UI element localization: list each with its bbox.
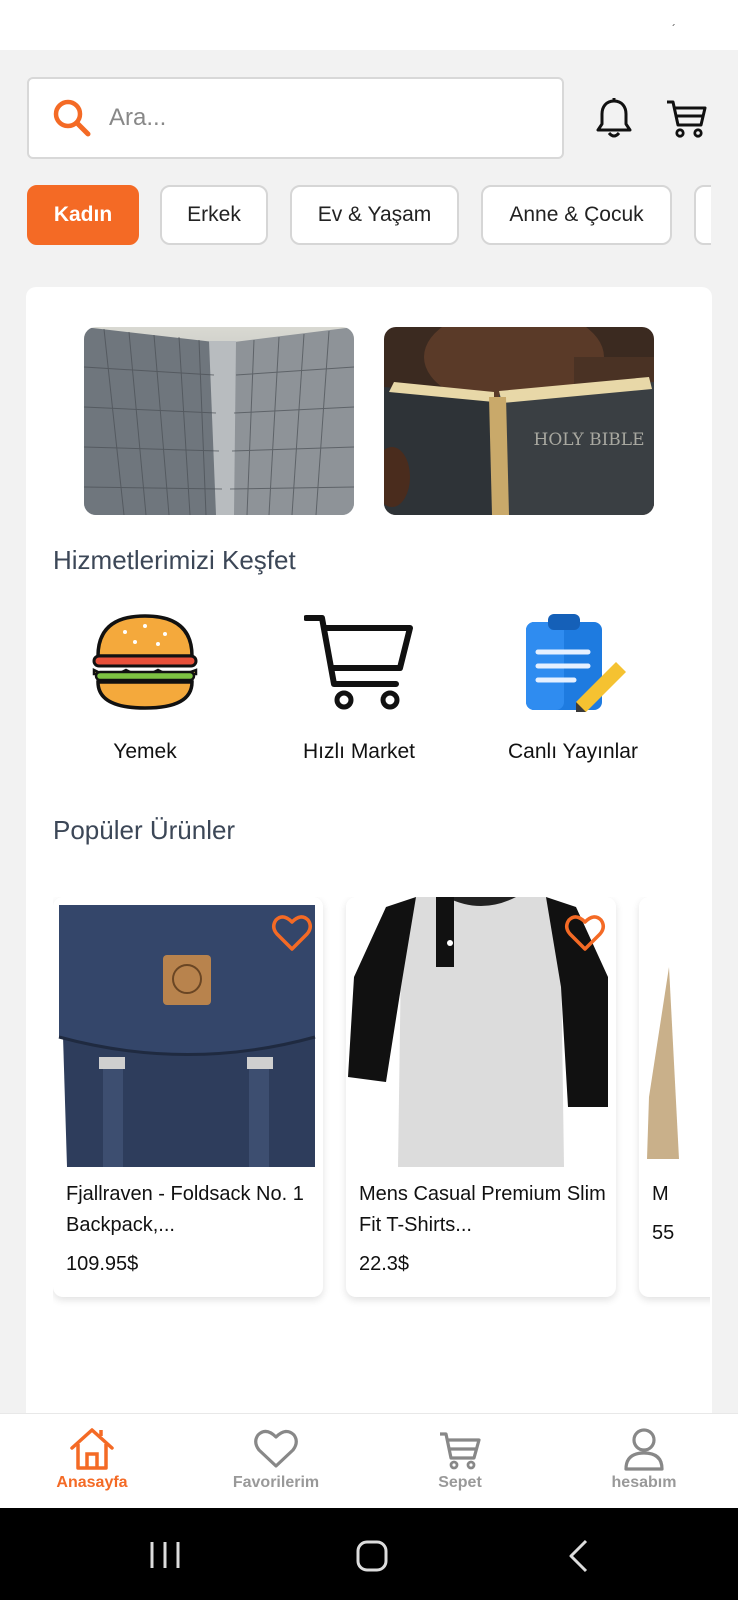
tab-label-anasayfa: Anasayfa [56, 1474, 128, 1491]
bible-cover-text: HOLY BIBLE [534, 430, 645, 450]
burger-icon [92, 614, 198, 710]
chip-anne-cocuk[interactable]: Anne & Çocuk [481, 185, 672, 245]
tab-label-hesabim: hesabım [611, 1474, 677, 1491]
favorite-heart-icon[interactable] [564, 913, 606, 953]
service-label-hizli-market: Hızlı Market [302, 740, 415, 763]
product-price: 109.95$ [66, 1253, 139, 1275]
tab-label-favorilerim: Favorilerim [232, 1474, 320, 1491]
service-canli-yayinlar[interactable]: Canlı Yayınlar [468, 612, 678, 764]
product-name: Fjallraven - Foldsack No. 1 Backpack,... [66, 1183, 304, 1236]
chip-next-partial[interactable] [694, 185, 711, 245]
cart-icon[interactable] [664, 96, 708, 140]
chip-ev-yasam[interactable]: Ev & Yaşam [290, 185, 459, 245]
service-hizli-market[interactable]: Hızlı Market [254, 612, 464, 764]
home-content-card: HOLY BIBLE Hizmetlerimizi Keşfet Yemek H… [26, 287, 712, 1417]
jacket-image [639, 897, 710, 1167]
chip-kadin[interactable]: Kadın [27, 185, 139, 245]
product-price: 22.3$ [359, 1253, 410, 1275]
product-price: 55 [652, 1222, 675, 1244]
home-circle-icon[interactable] [354, 1538, 390, 1574]
products-title: Popüler Ürünler [53, 815, 236, 845]
home-icon [70, 1428, 114, 1470]
tab-anasayfa[interactable]: Anasayfa [0, 1414, 184, 1509]
chip-erkek[interactable]: Erkek [160, 185, 268, 245]
holy-bible-banner[interactable]: HOLY BIBLE [384, 327, 654, 515]
back-icon[interactable] [566, 1538, 592, 1574]
products-carousel: Fjallraven - Foldsack No. 1 Backpack,...… [53, 897, 710, 1317]
product-name: M [652, 1183, 669, 1205]
search-icon [53, 99, 91, 137]
service-label-yemek: Yemek [113, 740, 177, 763]
services-title: Hizmetlerimizi Keşfet [53, 545, 296, 575]
category-chips: Kadın Erkek Ev & Yaşam Anne & Çocuk [27, 185, 711, 247]
service-label-canli-yayinlar: Canlı Yayınlar [508, 740, 638, 763]
search-bar[interactable]: Ara... [27, 77, 564, 159]
heart-icon [254, 1429, 298, 1468]
product-card[interactable]: Fjallraven - Foldsack No. 1 Backpack,...… [53, 897, 323, 1297]
tab-label-sepet: Sepet [438, 1474, 482, 1491]
status-bar: ´ [0, 0, 738, 50]
service-yemek[interactable]: Yemek [40, 612, 250, 764]
tab-hesabim[interactable]: hesabım [552, 1414, 736, 1509]
clipboard-pencil-icon [526, 614, 626, 712]
tab-sepet[interactable]: Sepet [368, 1414, 552, 1509]
search-input[interactable]: Ara... [109, 104, 166, 132]
recent-apps-icon[interactable] [148, 1538, 182, 1572]
favorite-heart-icon[interactable] [271, 913, 313, 953]
skyscraper-banner[interactable] [84, 327, 354, 515]
user-icon [624, 1428, 664, 1471]
product-card[interactable]: Mens Casual Premium Slim Fit T-Shirts...… [346, 897, 616, 1297]
tab-favorilerim[interactable]: Favorilerim [184, 1414, 368, 1509]
bell-icon[interactable] [592, 96, 636, 140]
cart-icon [440, 1432, 481, 1470]
product-name: Mens Casual Premium Slim Fit T-Shirts... [359, 1183, 606, 1236]
status-mark: ´ [672, 22, 676, 36]
system-navigation-bar [0, 1508, 738, 1600]
shopping-cart-icon [304, 615, 413, 710]
bottom-tab-bar: Anasayfa Favorilerim Sepet hesabım [0, 1413, 738, 1508]
product-card[interactable]: M 55 [639, 897, 710, 1297]
